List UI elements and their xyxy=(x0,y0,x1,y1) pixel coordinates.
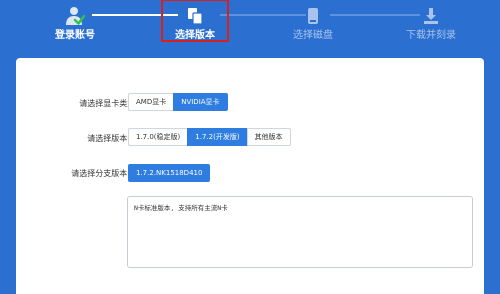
version-option-dev[interactable]: 1.7.2(开发版) xyxy=(187,128,248,146)
step-label: 选择磁盘 xyxy=(293,30,333,41)
version-selection-panel: 请选择显卡类型: AMD显卡 NVIDIA显卡 请选择版本号: 1.7.0(稳定… xyxy=(16,58,484,294)
version-description-textarea[interactable]: N卡标准版本, 支持所有主流N卡 xyxy=(127,196,473,268)
step-select-disk: 选择磁盘 xyxy=(268,0,358,58)
branch-version-button[interactable]: 1.7.2.NK1518D410 xyxy=(128,164,211,182)
gpu-option-amd[interactable]: AMD显卡 xyxy=(128,93,175,111)
step-login-account: 登录账号 xyxy=(30,0,120,58)
step-label: 登录账号 xyxy=(55,30,95,41)
copy-files-icon xyxy=(185,6,205,26)
step-progress-bar: 登录账号 选择版本 选择磁盘 下载并刻录 xyxy=(0,0,500,58)
user-check-icon xyxy=(65,6,86,26)
gpu-type-selector: AMD显卡 NVIDIA显卡 xyxy=(128,93,228,111)
version-selector: 1.7.0(稳定版) 1.7.2(开发版) 其他版本 xyxy=(128,128,291,146)
step-label: 选择版本 xyxy=(175,30,215,41)
step-label: 下载并刻录 xyxy=(406,30,456,41)
version-option-other[interactable]: 其他版本 xyxy=(246,128,291,146)
download-icon xyxy=(421,6,441,26)
step-select-version: 选择版本 xyxy=(161,0,229,42)
version-option-stable[interactable]: 1.7.0(稳定版) xyxy=(128,128,189,146)
gpu-option-nvidia[interactable]: NVIDIA显卡 xyxy=(173,93,228,111)
step-download-burn: 下载并刻录 xyxy=(386,0,476,58)
disk-icon xyxy=(303,6,323,26)
